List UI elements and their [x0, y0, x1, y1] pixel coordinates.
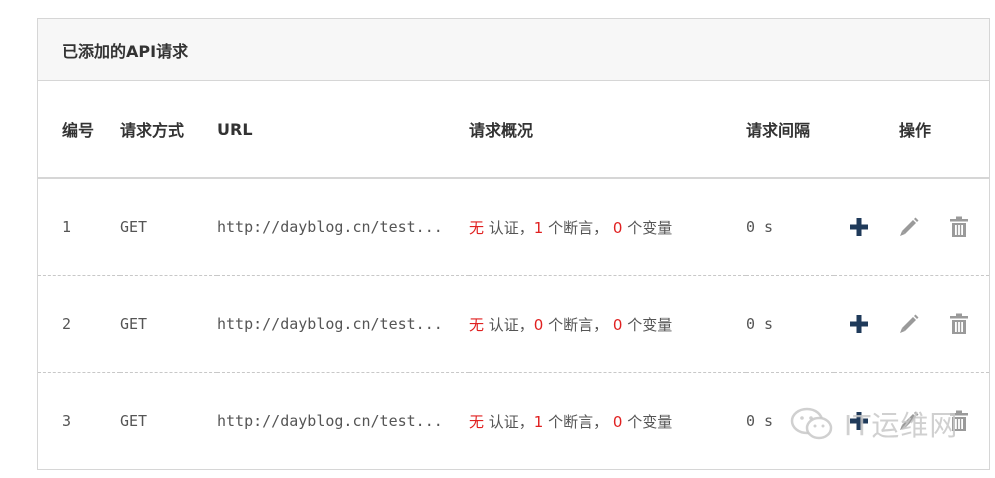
row-method: GET: [120, 412, 148, 430]
auth-suffix: 认证，: [484, 315, 534, 334]
assertions-count: 1: [533, 218, 544, 237]
row-summary: 无 认证，0 个断言， 0 个变量: [469, 275, 746, 373]
header-summary: 请求概况: [469, 81, 746, 179]
row-url: http://dayblog.cn/test...: [217, 412, 443, 430]
row-id: 3: [62, 412, 72, 430]
delete-button[interactable]: [934, 310, 984, 338]
row-id: 2: [38, 275, 120, 373]
assertions-count: 1: [533, 412, 544, 431]
edit-button[interactable]: [884, 310, 934, 338]
watermark: IT运维网: [790, 404, 958, 444]
pencil-icon: [900, 217, 919, 236]
auth-suffix: 认证，: [484, 218, 534, 237]
assertions-count: 0: [533, 315, 544, 334]
pencil-icon: [900, 314, 919, 333]
vars-count: 0: [612, 315, 623, 334]
add-button[interactable]: [834, 213, 884, 241]
plus-icon: [850, 315, 868, 333]
header-actions-label: 操作: [899, 121, 932, 140]
wechat-icon: [790, 407, 833, 440]
row-method: GET: [120, 275, 217, 373]
row-interval: 0 s: [746, 178, 834, 276]
row-summary: 无 认证，1 个断言， 0 个变量: [469, 373, 746, 470]
header-id: 编号: [38, 81, 120, 179]
assertions-suffix: 个断言，: [543, 218, 613, 237]
table-row: 2 GET http://dayblog.cn/test... 无 认证，0 个…: [38, 275, 989, 373]
header-interval: 请求间隔: [746, 81, 834, 179]
header-actions: 操作: [834, 81, 989, 179]
row-actions: [834, 178, 989, 276]
edit-button[interactable]: [884, 213, 934, 241]
api-requests-panel: 已添加的API请求 编号 请求方式 URL 请求概况 请求间隔 操作 1 GET…: [37, 18, 990, 470]
vars-suffix: 个变量: [622, 218, 673, 237]
trash-icon: [950, 216, 968, 237]
assertions-suffix: 个断言，: [543, 412, 613, 431]
vars-count: 0: [612, 412, 623, 431]
row-actions: [834, 275, 989, 373]
header-method: 请求方式: [120, 81, 217, 179]
vars-count: 0: [612, 218, 623, 237]
vars-suffix: 个变量: [622, 412, 673, 431]
watermark-text: IT运维网: [844, 409, 959, 442]
auth-suffix: 认证，: [484, 412, 534, 431]
auth-value: 无: [469, 218, 485, 237]
row-id: 1: [38, 178, 120, 276]
add-button[interactable]: [834, 310, 884, 338]
table-row: 1 GET http://dayblog.cn/test... 无 认证，1 个…: [38, 178, 989, 276]
header-url: URL: [217, 81, 469, 179]
auth-value: 无: [469, 315, 485, 334]
table-header-row: 编号 请求方式 URL 请求概况 请求间隔 操作: [38, 81, 989, 179]
vars-suffix: 个变量: [622, 315, 673, 334]
plus-icon: [850, 218, 868, 236]
row-interval: 0 s: [746, 275, 834, 373]
row-url: http://dayblog.cn/test...: [217, 178, 469, 276]
auth-value: 无: [469, 412, 485, 431]
panel-title: 已添加的API请求: [38, 19, 989, 81]
delete-button[interactable]: [934, 213, 984, 241]
assertions-suffix: 个断言，: [543, 315, 613, 334]
row-url: http://dayblog.cn/test...: [217, 275, 469, 373]
trash-icon: [950, 313, 968, 334]
row-method: GET: [120, 178, 217, 276]
row-summary: 无 认证，1 个断言， 0 个变量: [469, 178, 746, 276]
